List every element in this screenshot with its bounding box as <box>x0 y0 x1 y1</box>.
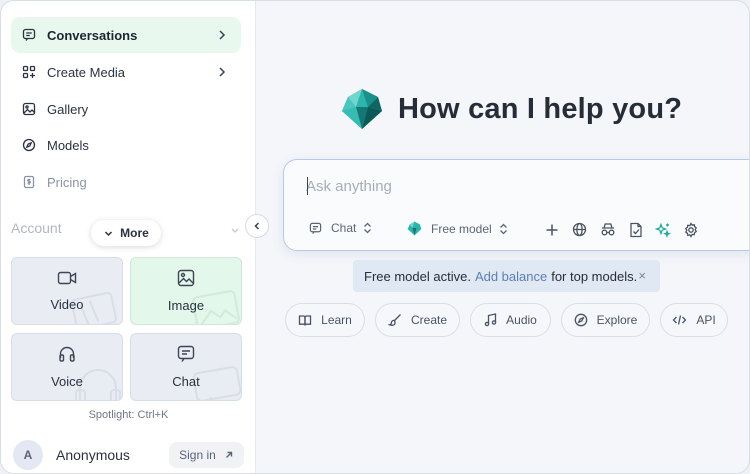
chat-icon <box>177 345 195 368</box>
notice-text: Free model active. <box>364 268 471 284</box>
sidebar-item-label: Gallery <box>47 101 89 117</box>
grid-plus-icon <box>21 64 37 80</box>
compass-icon <box>574 313 588 327</box>
close-notice-button[interactable]: × <box>638 268 646 283</box>
brand-gem-logo <box>342 89 382 129</box>
user-name: Anonymous <box>56 447 130 463</box>
spotlight-hint: Spotlight: Ctrl+K <box>88 409 169 421</box>
sparkles-icon[interactable] <box>654 221 671 238</box>
chat-bubble-icon <box>309 222 322 234</box>
book-icon <box>298 314 312 326</box>
user-row: A Anonymous Sign in <box>11 440 246 470</box>
chip-label: Create <box>410 313 448 327</box>
chip-label: Learn <box>321 313 352 327</box>
chip-learn[interactable]: Learn <box>285 303 365 337</box>
text-caret <box>307 177 308 195</box>
avatar[interactable]: A <box>13 440 43 470</box>
image-icon <box>21 101 37 117</box>
chip-label: Audio <box>506 313 537 327</box>
up-down-icon <box>499 223 507 234</box>
globe-icon[interactable] <box>571 221 588 238</box>
page-title: How can I help you? <box>398 92 683 125</box>
free-model-notice: Free model active. Add balance for top m… <box>353 260 660 292</box>
chip-api[interactable]: API <box>660 303 728 337</box>
model-selector[interactable]: Free model <box>407 221 508 236</box>
sidebar-item-pricing[interactable]: Pricing <box>11 164 241 200</box>
headphones-icon <box>58 345 76 368</box>
sidebar-item-label: Pricing <box>47 174 87 190</box>
notice-text-end: for top models. <box>551 268 638 284</box>
tile-label: Voice <box>51 374 83 389</box>
sidebar: Conversations Create Media Gallery Model… <box>1 1 256 473</box>
add-icon[interactable] <box>543 221 560 238</box>
arrow-up-right-icon <box>225 451 233 458</box>
image-icon <box>177 269 195 292</box>
app-window: Conversations Create Media Gallery Model… <box>0 0 750 474</box>
sidebar-item-label: Create Media <box>47 64 126 80</box>
account-section-label: Account <box>11 220 62 236</box>
tile-label: Chat <box>172 374 200 389</box>
prompt-input[interactable] <box>306 174 726 198</box>
chevron-down-icon[interactable] <box>230 225 240 235</box>
sidebar-item-create-media[interactable]: Create Media <box>11 54 241 90</box>
mode-label: Chat <box>331 221 357 235</box>
file-check-icon[interactable] <box>627 221 644 238</box>
sign-in-label: Sign in <box>179 448 216 462</box>
up-down-icon <box>364 222 372 234</box>
tile-image[interactable]: Image <box>130 257 242 325</box>
chevron-right-icon <box>219 30 226 40</box>
collapse-sidebar-button[interactable] <box>245 214 269 238</box>
brush-icon <box>387 314 401 326</box>
chevron-left-icon <box>254 222 260 230</box>
tile-voice[interactable]: Voice <box>11 333 123 401</box>
tile-label: Video <box>50 297 84 312</box>
sign-in-button[interactable]: Sign in <box>169 442 244 468</box>
tile-chat[interactable]: Chat <box>130 333 242 401</box>
chip-label: API <box>696 313 716 327</box>
video-icon <box>57 270 77 291</box>
tile-video[interactable]: Video <box>11 257 123 325</box>
chip-audio[interactable]: Audio <box>470 303 551 337</box>
chevron-down-icon <box>105 230 113 236</box>
sidebar-item-models[interactable]: Models <box>11 127 241 163</box>
compass-icon <box>21 137 37 153</box>
mode-selector[interactable]: Chat <box>309 221 372 235</box>
chip-explore[interactable]: Explore <box>561 303 650 337</box>
sidebar-item-label: Models <box>47 137 89 153</box>
chip-create[interactable]: Create <box>375 303 460 337</box>
sidebar-item-gallery[interactable]: Gallery <box>11 91 241 127</box>
more-label: More <box>120 226 149 240</box>
music-note-icon <box>484 313 497 327</box>
chip-label: Explore <box>596 313 638 327</box>
chevron-right-icon <box>219 67 226 77</box>
hero: How can I help you? <box>340 87 682 131</box>
sidebar-item-conversations[interactable]: Conversations <box>11 17 241 53</box>
chat-bubble-icon <box>21 27 37 43</box>
incognito-icon[interactable] <box>599 221 616 238</box>
dollar-doc-icon <box>21 174 37 190</box>
settings-gear-icon[interactable] <box>682 221 699 238</box>
sidebar-item-label: Conversations <box>47 27 138 43</box>
tile-label: Image <box>167 298 205 313</box>
brand-gem-icon <box>407 221 422 236</box>
prompt-box: Chat Free model <box>283 159 749 251</box>
more-button[interactable]: More <box>91 220 161 246</box>
add-balance-link[interactable]: Add balance <box>475 269 547 284</box>
code-icon <box>672 315 687 325</box>
model-label: Free model <box>431 221 492 236</box>
